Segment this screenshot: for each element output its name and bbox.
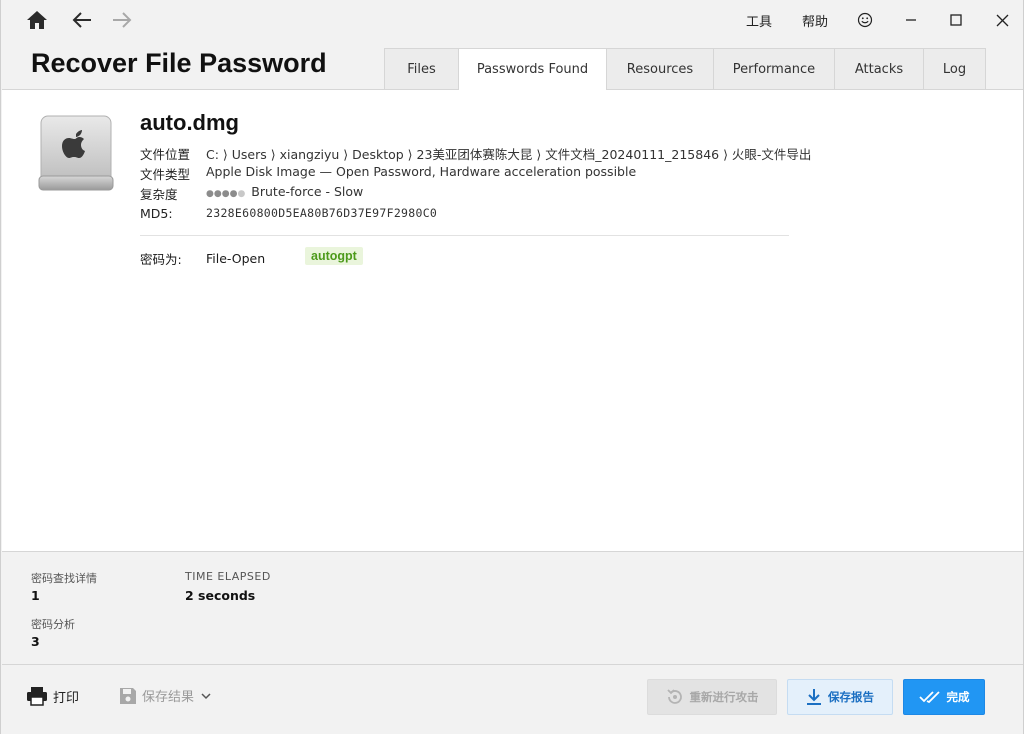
chevron-down-icon (201, 692, 211, 699)
tab-performance[interactable]: Performance (713, 48, 835, 89)
md5-label: MD5: (140, 206, 173, 221)
complexity-dot: ● (206, 189, 214, 199)
close-icon (996, 14, 1008, 26)
complexity-dot: ● (237, 189, 246, 199)
print-label: 打印 (53, 690, 80, 706)
found-details-label: 密码查找详情 (31, 572, 97, 585)
maximize-button[interactable] (944, 8, 968, 32)
footer-divider (2, 664, 1023, 665)
maximize-icon (950, 14, 962, 26)
file-type-value: Apple Disk Image — Open Password, Hardwa… (206, 164, 637, 179)
smiley-icon (857, 12, 873, 28)
floppy-disk-icon (120, 687, 136, 704)
done-button[interactable]: 完成 (903, 679, 985, 715)
home-button[interactable] (22, 6, 52, 34)
complexity-row: 复杂度 ●●●●● Brute-force - Slow (140, 184, 363, 203)
page-title: Recover File Password (31, 48, 327, 78)
section-divider (140, 235, 789, 236)
complexity-dot: ● (221, 189, 230, 199)
password-analysis-label: 密码分析 (31, 618, 75, 631)
printer-icon (27, 687, 47, 706)
done-label: 完成 (946, 690, 970, 704)
file-type-label: 文件类型 (140, 167, 191, 182)
file-name: auto.dmg (140, 110, 239, 135)
password-value-badge[interactable]: autogpt (305, 247, 363, 265)
restart-icon (666, 689, 682, 704)
password-analysis-value: 3 (31, 634, 40, 649)
passwords-found-panel: auto.dmg 文件位置 C: ⟩ Users ⟩ xiangziyu ⟩ D… (2, 89, 1023, 552)
back-button[interactable] (67, 6, 97, 34)
file-location-value: C: ⟩ Users ⟩ xiangziyu ⟩ Desktop ⟩ 23美亚团… (206, 147, 812, 162)
tab-bar: Files Passwords Found Resources Performa… (384, 48, 986, 90)
disk-image-icon (38, 115, 114, 191)
tab-resources[interactable]: Resources (606, 48, 714, 89)
arrow-right-icon (113, 12, 132, 28)
password-row: 密码为: File-Open autogpt (140, 247, 363, 268)
save-results-label: 保存结果 (142, 690, 195, 705)
save-report-button[interactable]: 保存报告 (787, 679, 893, 715)
double-check-icon (918, 691, 940, 704)
complexity-label: 复杂度 (140, 187, 178, 202)
print-button[interactable]: 打印 (26, 686, 79, 706)
title-bar: 工具 帮助 (1, 0, 1023, 40)
tab-attacks[interactable]: Attacks (834, 48, 924, 89)
file-location-label: 文件位置 (140, 147, 191, 162)
arrow-left-icon (72, 12, 91, 28)
md5-row: MD5: 2328E60800D5EA80B76D37E97F2980C0 (140, 206, 437, 221)
forward-button[interactable] (107, 6, 137, 34)
password-label: 密码为: (140, 252, 182, 267)
tab-files[interactable]: Files (384, 48, 459, 89)
time-elapsed-value: 2 seconds (185, 588, 256, 603)
home-icon (27, 11, 47, 29)
tab-log[interactable]: Log (923, 48, 986, 89)
close-button[interactable] (990, 8, 1014, 32)
rerun-attack-label: 重新进行攻击 (689, 690, 759, 704)
complexity-meter: ●●●●● (206, 184, 245, 203)
complexity-dot: ● (213, 189, 222, 199)
app-window: 工具 帮助 Recover File Password Files Passwo… (0, 0, 1024, 734)
minimize-button[interactable] (899, 8, 923, 32)
tools-menu[interactable]: 工具 (746, 11, 772, 30)
tab-passwords-found[interactable]: Passwords Found (458, 48, 607, 90)
time-elapsed-label: TIME ELAPSED (185, 570, 271, 583)
rerun-attack-button[interactable]: 重新进行攻击 (647, 679, 777, 715)
complexity-value: Brute-force - Slow (251, 184, 364, 199)
feedback-button[interactable] (853, 8, 877, 32)
md5-value: 2328E60800D5EA80B76D37E97F2980C0 (206, 206, 438, 220)
file-type-row: 文件类型 Apple Disk Image — Open Password, H… (140, 164, 636, 183)
found-details-value: 1 (31, 588, 40, 603)
download-icon (807, 689, 821, 705)
password-kind: File-Open (206, 251, 266, 266)
file-location-row: 文件位置 C: ⟩ Users ⟩ xiangziyu ⟩ Desktop ⟩ … (140, 144, 811, 163)
minimize-icon (906, 19, 916, 21)
save-report-label: 保存报告 (828, 690, 874, 704)
save-results-button[interactable]: 保存结果 (119, 686, 212, 705)
help-menu[interactable]: 帮助 (802, 11, 828, 30)
